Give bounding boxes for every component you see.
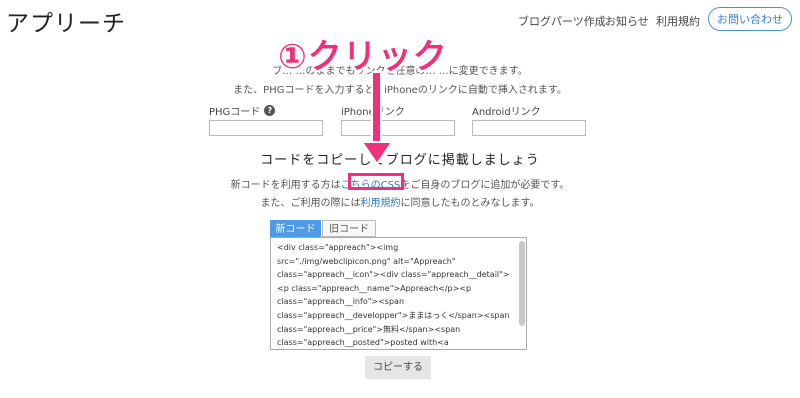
phg-code-input[interactable] — [209, 120, 323, 136]
code-text: <div class="appreach"><img src="./img/we… — [277, 243, 510, 348]
phg-label-text: PHGコード — [209, 107, 261, 118]
site-logo[interactable]: アプリーチ — [6, 4, 126, 38]
nav-news[interactable]: お知らせ — [605, 13, 649, 29]
iphone-label: iPhoneリンク — [341, 107, 405, 118]
phg-label: PHGコード ? — [209, 103, 276, 118]
contact-button[interactable]: お問い合わせ — [708, 7, 792, 31]
iphone-link-input[interactable] — [341, 120, 455, 136]
intro-line-2: また、PHGコードを入力すると、iPhoneのリンクに自動で挿入されます。 — [233, 85, 567, 96]
terms-note-prefix: また、ご利用の際には — [260, 198, 361, 209]
nav-blog-parts[interactable]: ブログパーツ作成 — [518, 13, 606, 29]
terms-link[interactable]: 利用規約 — [361, 198, 401, 209]
help-icon[interactable]: ? — [264, 105, 276, 116]
section-heading: コードをコピーしてブログに掲載しましょう — [260, 153, 540, 168]
css-note-suffix: をご自身のブログに追加が必要です。 — [400, 180, 570, 191]
nav-terms[interactable]: 利用規約 — [656, 13, 700, 29]
annotation-label: ①クリック — [278, 37, 448, 77]
code-textarea[interactable]: <div class="appreach"><img src="./img/we… — [270, 237, 527, 350]
android-link-input[interactable] — [472, 120, 586, 136]
annotation-highlight-box — [348, 173, 404, 190]
android-label: Androidリンク — [472, 107, 541, 118]
code-scrollbar[interactable] — [519, 241, 525, 326]
copy-button[interactable]: コピーする — [365, 356, 431, 379]
css-note-prefix: 新コードを利用する方は — [230, 180, 341, 191]
tab-old-code[interactable]: 旧コード — [322, 220, 376, 237]
terms-note: また、ご利用の際には利用規約に同意したものとみなします。 — [0, 194, 800, 209]
tab-new-code[interactable]: 新コード — [270, 220, 321, 237]
terms-note-suffix: に同意したものとみなします。 — [400, 198, 540, 209]
